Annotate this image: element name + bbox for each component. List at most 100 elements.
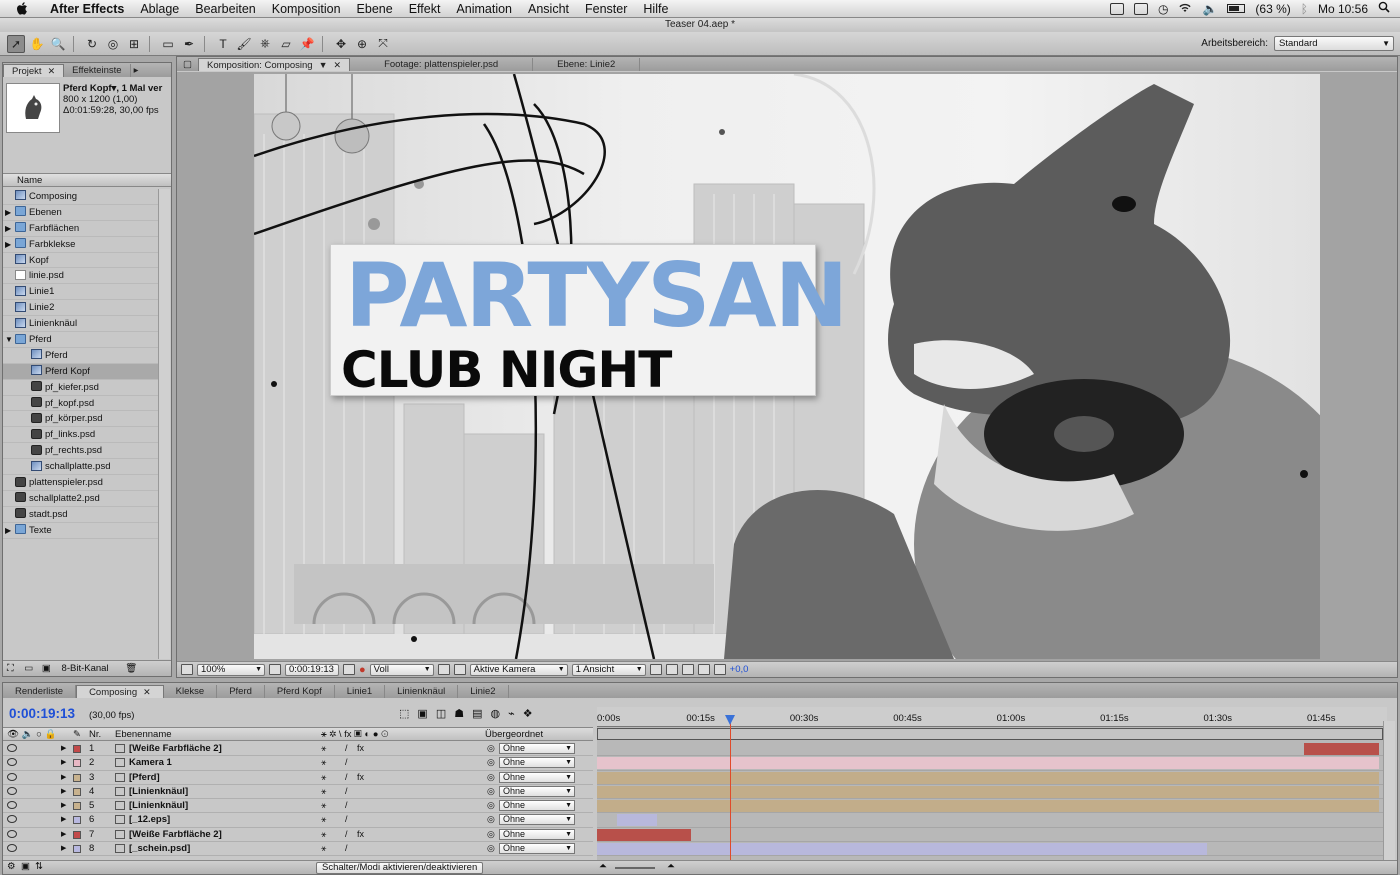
label-color-swatch[interactable] — [73, 845, 81, 854]
current-time[interactable]: 0:00:19:13 — [9, 706, 75, 721]
trash-icon[interactable]: 🗑 — [125, 663, 137, 674]
layer-name[interactable]: [Linienknäul] — [129, 799, 188, 812]
timeline-tab[interactable]: Composing ✕ — [76, 685, 164, 698]
timeline-tab[interactable]: Linie1 — [335, 685, 386, 698]
eye-icon[interactable] — [7, 829, 17, 838]
label-color-swatch[interactable] — [73, 787, 81, 796]
parent-select[interactable]: Ohne ▼ — [499, 743, 575, 754]
project-item[interactable]: ▶ Farbflächen — [3, 221, 159, 237]
transfer-controls-icon[interactable]: ▣ — [21, 861, 30, 872]
panel-menu-icon[interactable]: ▸ — [131, 64, 142, 77]
twirl-icon[interactable]: ▶ — [61, 828, 66, 841]
toggle-pixel-aspect-icon[interactable] — [649, 664, 662, 675]
battery-icon[interactable] — [1227, 4, 1246, 13]
bluetooth-icon[interactable]: ᛒ — [1301, 2, 1308, 16]
parent-select[interactable]: Ohne ▼ — [499, 843, 575, 855]
chevron-down-icon[interactable]: ▼ — [319, 60, 328, 70]
layer-row[interactable]: ▶ 4 [Linienknäul] ⚹ / ◎ Ohne ▼ — [3, 785, 593, 800]
timeline-tab[interactable]: Klekse — [164, 685, 218, 698]
layer-row[interactable]: ▶ 1 [Weiße Farbfläche 2] ⚹ / fx ◎ Ohne ▼ — [3, 742, 593, 757]
twirl-icon[interactable]: ▶ — [61, 742, 66, 755]
spotlight-icon[interactable] — [1378, 1, 1390, 16]
twirl-icon[interactable]: ▼ — [5, 332, 13, 347]
playhead-line[interactable] — [729, 715, 731, 870]
layer-row[interactable]: ▶ 5 [Linienknäul] ⚹ / ◎ Ohne ▼ — [3, 799, 593, 814]
zoom-icon[interactable]: 🔍 — [49, 35, 67, 53]
menu-ablage[interactable]: Ablage — [132, 0, 187, 18]
layer-switches-icon[interactable]: ⚙ — [7, 861, 16, 872]
close-icon[interactable]: ✕ — [334, 60, 342, 70]
project-item[interactable]: Linienknäul — [3, 316, 159, 333]
clock[interactable]: Mo 10:56 — [1318, 2, 1368, 16]
effects-switch[interactable]: fx — [357, 828, 364, 841]
exposure-value[interactable]: +0,0 — [730, 664, 749, 675]
quality-switch-icon[interactable]: / — [345, 785, 348, 798]
menu-animation[interactable]: Animation — [448, 0, 520, 18]
composition-viewer[interactable]: PARTYSAN CLUB NIGHT — [177, 72, 1397, 662]
pickwhip-icon[interactable]: ◎ — [487, 799, 495, 812]
effects-switch[interactable]: fx — [357, 771, 364, 784]
collapse-switch-icon[interactable]: ⚹ — [321, 842, 326, 855]
quality-switch-icon[interactable]: / — [345, 813, 348, 826]
graph-editor-icon[interactable]: ⌁ — [508, 707, 515, 720]
time-machine-icon[interactable]: ◷ — [1158, 2, 1168, 16]
work-area-bar[interactable] — [597, 728, 1383, 740]
close-icon[interactable]: ✕ — [48, 66, 56, 76]
timeline-scrollbar[interactable] — [1383, 721, 1395, 861]
project-scrollbar[interactable] — [158, 189, 170, 659]
layer-name[interactable]: Kamera 1 — [129, 756, 172, 769]
column-layer-name[interactable]: Ebenenname — [115, 728, 172, 741]
project-item[interactable]: pf_links.psd — [3, 427, 159, 444]
comp-mini-flowchart-icon[interactable]: ⬚ — [399, 707, 409, 720]
display-icon[interactable] — [1133, 2, 1148, 15]
layer-name[interactable]: [Pferd] — [129, 771, 160, 784]
eye-icon[interactable] — [7, 772, 17, 781]
timeline-track-area[interactable]: 0:00s 00:15s 00:30s 00:45s 01:00s 01:15s 01:30… — [597, 707, 1387, 870]
world-axis-icon[interactable]: ⊕ — [353, 35, 371, 53]
type-icon[interactable]: T — [214, 35, 232, 53]
motion-blur-icon[interactable]: ◍ — [491, 707, 501, 720]
workspace-select[interactable]: Standard ▼ — [1274, 36, 1394, 51]
collapse-switch-icon[interactable]: ⚹ — [321, 742, 326, 755]
playhead-handle[interactable] — [724, 715, 735, 725]
layer-duration-bar[interactable] — [597, 828, 691, 841]
layer-row[interactable]: ▶ 8 [_schein.psd] ⚹ / ◎ Ohne ▼ — [3, 842, 593, 857]
project-item[interactable]: schallplatte2.psd — [3, 491, 159, 507]
in-out-icon[interactable]: ⇅ — [35, 861, 43, 872]
brush-icon[interactable]: 🖌 — [235, 35, 253, 53]
eye-icon[interactable] — [7, 844, 17, 853]
timeline-tab[interactable]: Pferd — [217, 685, 265, 698]
snapshot-icon[interactable] — [343, 664, 355, 675]
layer-row[interactable]: ▶ 6 [_12.eps] ⚹ / ◎ Ohne ▼ — [3, 813, 593, 828]
grid-icon[interactable] — [269, 664, 281, 675]
local-axis-icon[interactable]: ✥ — [332, 35, 350, 53]
quality-switch-icon[interactable]: / — [345, 756, 348, 769]
collapse-switch-icon[interactable]: ⚹ — [321, 756, 326, 769]
project-item[interactable]: ▼ Pferd — [3, 332, 159, 348]
layer-duration-bar[interactable] — [597, 800, 1379, 813]
tab-footage[interactable]: Footage: plattenspieler.psd — [350, 58, 534, 71]
wifi-icon[interactable] — [1178, 2, 1192, 16]
view-axis-icon[interactable]: ⤧ — [374, 35, 392, 53]
eye-icon[interactable] — [7, 786, 17, 795]
project-item[interactable]: pf_körper.psd — [3, 411, 159, 428]
pickwhip-icon[interactable]: ◎ — [487, 785, 495, 798]
tab-effect-controls[interactable]: Effekteinste — [64, 64, 131, 77]
project-item[interactable]: Pferd — [3, 348, 159, 364]
twirl-icon[interactable]: ▶ — [61, 785, 66, 798]
color-channels-icon[interactable]: ● — [359, 664, 366, 676]
label-color-swatch[interactable] — [73, 816, 81, 825]
pickwhip-icon[interactable]: ◎ — [487, 813, 495, 826]
quality-switch-icon[interactable]: / — [345, 771, 348, 784]
time-ruler[interactable]: 0:00s 00:15s 00:30s 00:45s 01:00s 01:15s 01:30… — [597, 707, 1387, 727]
twirl-icon[interactable]: ▶ — [61, 799, 66, 812]
project-item[interactable]: pf_kiefer.psd — [3, 380, 159, 396]
pan-behind-icon[interactable]: ⊞ — [125, 35, 143, 53]
effects-switch[interactable]: fx — [357, 742, 364, 755]
project-item[interactable]: pf_kopf.psd — [3, 396, 159, 412]
comp-canvas[interactable]: PARTYSAN CLUB NIGHT — [254, 74, 1320, 659]
clone-stamp-icon[interactable]: ⎈ — [256, 35, 274, 53]
spaces-icon[interactable] — [1109, 2, 1124, 15]
menu-effekt[interactable]: Effekt — [401, 0, 449, 18]
menu-ebene[interactable]: Ebene — [349, 0, 401, 18]
